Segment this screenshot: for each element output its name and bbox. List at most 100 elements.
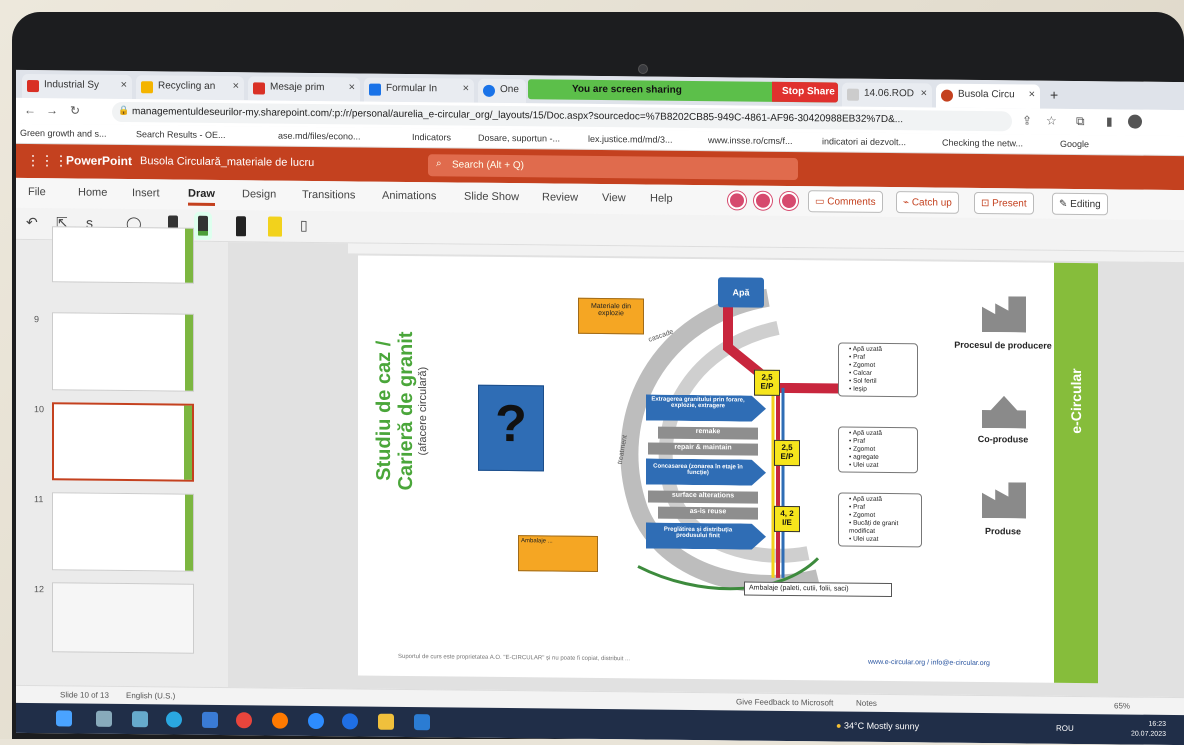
tab-design[interactable]: Design (242, 188, 276, 200)
browser-tab[interactable]: One (478, 78, 526, 104)
output-list[interactable]: Apă uzatăPrafZgomotCalcarSol fertilIeșip (838, 342, 918, 398)
browser-tab[interactable]: Mesaje prim × (248, 76, 360, 102)
share-icon[interactable]: ⇪ (1022, 113, 1032, 127)
rating-box[interactable]: 4, 2 I/E (774, 505, 800, 533)
notes-button[interactable]: Notes (856, 699, 877, 708)
stop-share-button[interactable]: Stop Share (772, 81, 838, 103)
packaging-orange-box[interactable]: Ambalaje ... (518, 535, 598, 572)
tab-help[interactable]: Help (650, 193, 673, 205)
footer-link[interactable]: www.e-circular.org / info@e-circular.org (868, 659, 990, 667)
tab-review[interactable]: Review (542, 191, 578, 203)
system-clock[interactable]: 16:23 20.07.2023 (1131, 720, 1166, 740)
output-list[interactable]: Apă uzatăPrafZgomotBucăți de granit modi… (838, 492, 922, 548)
profile-avatar[interactable] (1128, 114, 1142, 129)
edge-icon[interactable] (166, 711, 182, 728)
search-input[interactable]: ⌕ Search (Alt + Q) (428, 154, 798, 181)
bookmark[interactable]: Google (1060, 139, 1089, 149)
arrow-remake[interactable]: remake (658, 426, 758, 440)
highlighter-tool[interactable] (268, 216, 282, 237)
new-tab-button[interactable]: + (1044, 85, 1068, 109)
collaborator-avatar[interactable] (780, 191, 798, 211)
task-view-icon[interactable] (96, 710, 112, 727)
slide[interactable]: Studiu de caz / Carieră de granit (aface… (358, 255, 1098, 684)
pen-tool[interactable] (236, 216, 246, 237)
bookmark[interactable]: Green growth and s... (20, 128, 107, 139)
rating-box[interactable]: 2,5 E/P (754, 369, 780, 396)
sidebar-icon[interactable]: ▮ (1106, 114, 1113, 128)
arrow-repair[interactable]: repair & maintain (648, 442, 758, 456)
slide-thumbnail[interactable] (52, 226, 194, 284)
bookmark[interactable]: Search Results - OE... (136, 129, 226, 140)
bookmark[interactable]: lex.justice.md/md/3... (588, 134, 673, 145)
comments-button[interactable]: ▭ Comments (808, 190, 883, 213)
tab-slide-show[interactable]: Slide Show (464, 191, 519, 204)
close-icon[interactable]: × (463, 83, 469, 95)
browser-tab[interactable]: Industrial Sy × (22, 73, 132, 100)
browser-tab-active[interactable]: Busola Circu × (936, 83, 1040, 109)
weather-widget[interactable]: ● 34°C Mostly sunny (836, 720, 919, 731)
tab-draw[interactable]: Draw (188, 187, 215, 206)
reload-icon[interactable]: ↻ (70, 103, 80, 117)
language-indicator[interactable]: English (U.S.) (126, 691, 175, 701)
feedback-link[interactable]: Give Feedback to Microsoft (736, 697, 833, 707)
tab-insert[interactable]: Insert (132, 187, 160, 199)
tab-file[interactable]: File (28, 186, 46, 198)
extensions-icon[interactable]: ⧉ (1076, 114, 1085, 129)
pen-tool-selected[interactable] (198, 215, 208, 236)
file-explorer-icon[interactable] (202, 711, 218, 728)
tab-animations[interactable]: Animations (382, 190, 436, 203)
app-launcher-icon[interactable]: ⋮⋮⋮ (26, 152, 68, 169)
arrow-crushing[interactable]: Concasarea (zonarea în etaje în funcție) (646, 458, 766, 485)
bookmark[interactable]: Checking the netw... (942, 138, 1023, 149)
browser-tab[interactable]: Formular In × (364, 77, 474, 103)
arrow-reuse[interactable]: as-is reuse (658, 506, 758, 520)
slide-thumbnail[interactable] (52, 582, 194, 654)
bookmark[interactable]: Dosare, suportun -... (478, 133, 560, 144)
firefox-icon[interactable] (272, 712, 288, 729)
packaging-box[interactable]: Ambalaje (paleti, cutii, folii, saci) (744, 581, 892, 598)
rating-box[interactable]: 2,5 E/P (774, 439, 800, 467)
chrome-icon[interactable] (236, 712, 252, 729)
zoom-app-icon[interactable] (308, 712, 324, 730)
undo-icon[interactable]: ↶ (26, 214, 38, 231)
slide-thumbnail[interactable] (52, 492, 194, 572)
tab-home[interactable]: Home (78, 187, 107, 199)
folder-icon[interactable] (378, 713, 394, 730)
tab-view[interactable]: View (602, 192, 626, 204)
zoom-level[interactable]: 65% (1114, 701, 1130, 710)
tab-transitions[interactable]: Transitions (302, 189, 355, 202)
close-icon[interactable]: × (349, 81, 355, 93)
bookmark[interactable]: Indicators (412, 132, 451, 142)
browser-tab[interactable]: Recycling an × (136, 75, 244, 101)
slide-thumbnail[interactable] (52, 312, 194, 392)
bookmark[interactable]: ase.md/files/econo... (278, 131, 361, 142)
circular-process-diagram[interactable]: Apă Materiale din explozie Extragerea gr… (518, 276, 938, 610)
app-name[interactable]: PowerPoint (66, 153, 132, 168)
slide-thumbnail-selected[interactable] (52, 402, 194, 482)
slide-title[interactable]: Studiu de caz / Carieră de granit (aface… (373, 311, 463, 512)
arrow-distribution[interactable]: Preglătirea și distribuția produsului fi… (646, 522, 766, 549)
forward-icon[interactable]: → (46, 103, 58, 117)
document-title[interactable]: Busola Circulară_materiale de lucru (140, 155, 314, 169)
bookmark[interactable]: www.insse.ro/cms/f... (708, 135, 793, 146)
browser-tab[interactable]: 14.06.ROD × (842, 82, 932, 108)
close-icon[interactable]: × (921, 87, 927, 99)
app-icon[interactable] (342, 713, 358, 730)
editing-mode-button[interactable]: ✎ Editing (1052, 192, 1108, 216)
present-button[interactable]: ⊡ Present (974, 191, 1034, 215)
app-icon[interactable] (414, 714, 430, 731)
collaborator-avatar[interactable] (754, 191, 772, 210)
windows-start-icon[interactable] (56, 710, 72, 727)
ruler-icon[interactable]: ▯ (300, 217, 308, 234)
collaborator-avatar[interactable] (728, 191, 746, 210)
catch-up-button[interactable]: ⌁ Catch up (896, 191, 959, 214)
bookmark[interactable]: indicatori ai dezvolt... (822, 136, 906, 147)
close-icon[interactable]: × (233, 80, 239, 92)
widgets-icon[interactable] (132, 711, 148, 728)
explosion-materials-box[interactable]: Materiale din explozie (578, 297, 644, 335)
output-list[interactable]: Apă uzatăPrafZgomotagregateUlei uzat (838, 426, 918, 474)
close-icon[interactable]: × (1029, 88, 1035, 100)
water-box[interactable]: Apă (718, 277, 764, 308)
star-icon[interactable]: ☆ (1046, 114, 1057, 128)
back-icon[interactable]: ← (24, 103, 36, 117)
